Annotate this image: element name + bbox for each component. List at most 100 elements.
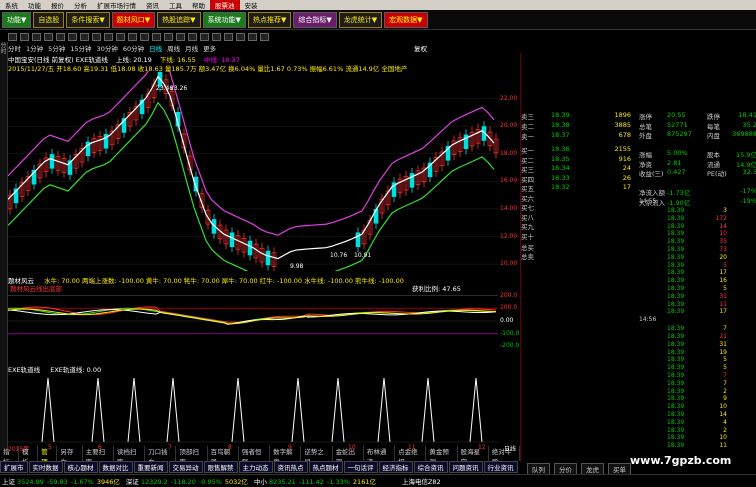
chart-tool-icon[interactable]: [92, 32, 101, 41]
toolbar-button[interactable]: 热股追踪▼: [157, 11, 201, 28]
menu-item[interactable]: 系统: [0, 0, 23, 10]
menu-item[interactable]: 功能: [23, 0, 46, 10]
bottom-menu-item[interactable]: 一句话评: [343, 461, 378, 473]
toolbar-button[interactable]: 自选股: [33, 11, 65, 28]
chart-tool-icon[interactable]: [80, 32, 89, 41]
bottom-menu-item[interactable]: 经济指标: [378, 461, 413, 473]
toolbar-button[interactable]: 宏观数据▼: [384, 11, 428, 28]
chart-tool-icon[interactable]: [176, 32, 185, 41]
bottom-menu-item[interactable]: 限售解禁: [203, 461, 238, 473]
menu-item[interactable]: 安装: [240, 0, 263, 10]
tick-price: 18.39: [667, 277, 685, 285]
bottom-menu-item[interactable]: 综合资讯: [413, 461, 448, 473]
menu-item[interactable]: 资讯: [141, 0, 164, 10]
ask-label: 卖二: [521, 123, 534, 131]
bottom-menu-item[interactable]: 交易异动: [168, 461, 203, 473]
chart-tool-icon[interactable]: [200, 32, 209, 41]
tick-volume: 31: [719, 340, 727, 348]
bid-volume: 2155: [614, 145, 631, 153]
menu-item[interactable]: 工具: [164, 0, 187, 10]
bottom-menu-item[interactable]: 核心题材: [63, 461, 98, 473]
bottom-menu-item[interactable]: 热点题材: [308, 461, 343, 473]
chart-tool-icon[interactable]: [128, 32, 137, 41]
chart-tool-icon[interactable]: [224, 32, 233, 41]
period-tab[interactable]: 60分钟: [123, 43, 144, 53]
index-status[interactable]: 中小 8235.21 -111.42 -1.33% 2161亿: [254, 476, 376, 486]
toolbar-button[interactable]: 热点推荐▼: [247, 11, 292, 28]
ask-volume: 3885: [614, 121, 631, 129]
tick-time-cell: [639, 364, 667, 371]
bottom-menu-item[interactable]: 资讯热点: [273, 461, 308, 473]
toolbar-button[interactable]: 题材风口▼: [111, 11, 156, 28]
chart-tool-icon[interactable]: [188, 32, 197, 41]
menu-item[interactable]: 帮助: [187, 0, 210, 10]
tick-price: 18.39: [667, 246, 685, 253]
toolbar-button[interactable]: 功能▼: [2, 11, 32, 28]
side-tab[interactable]: 分时: [0, 42, 7, 454]
chart-tool-icon[interactable]: [260, 32, 269, 41]
bottom-menu-item[interactable]: 问题资讯: [448, 461, 483, 473]
chart-tool-icon[interactable]: [32, 32, 41, 41]
band-line: [8, 71, 495, 236]
period-tab[interactable]: 30分钟: [97, 43, 118, 53]
index-status[interactable]: 深证 12329.2 -118.20 -0.95% 5032亿: [126, 476, 248, 486]
tick-time-cell: [639, 325, 667, 332]
chart-tool-icon[interactable]: [68, 32, 77, 41]
tick-price: 18.39: [667, 426, 685, 434]
chart-tool-icon[interactable]: [236, 32, 245, 41]
ask-price: 18.39: [551, 111, 570, 119]
toolbar-button[interactable]: 综合指标▼: [293, 11, 337, 28]
menu-item[interactable]: 股票池: [210, 0, 240, 10]
period-tab[interactable]: 分时: [8, 43, 21, 53]
chart-tool-icon[interactable]: [152, 32, 161, 41]
chart-tool-icon[interactable]: [164, 32, 173, 41]
chart-tool-icon[interactable]: [116, 32, 125, 41]
bottom-menu-item[interactable]: 行业资讯: [483, 461, 518, 473]
tick-price: 18.39: [667, 325, 685, 333]
chart-tool-icon[interactable]: [8, 32, 17, 41]
index-name: 深证: [125, 478, 139, 486]
bottom-menu-item[interactable]: 数据对比: [98, 461, 133, 473]
server-name[interactable]: 上海电信Z82: [402, 476, 441, 486]
indicator1-chart[interactable]: [8, 291, 520, 351]
period-tab[interactable]: 日线: [149, 43, 162, 53]
toolbar: 功能▼ 自选股 条件搜索▼ 题材风口▼ 热股追踪▼ 系统功能▼ 热点推荐▼ 综合指标▼ 龙虎统计…: [0, 10, 756, 30]
bottom-menu-item[interactable]: 实时数据: [28, 461, 63, 473]
period-tab[interactable]: 5分钟: [48, 43, 65, 53]
chart-tool-icon[interactable]: [248, 32, 257, 41]
indicator1-line: [8, 308, 497, 325]
quote-row: 净资 2.81 流通 14.9亿: [639, 159, 756, 169]
tick-time-cell: [639, 442, 667, 449]
bottom-menu-item[interactable]: 重要新闻: [133, 461, 168, 473]
index-status[interactable]: 上证 3524.99 -59.83 -1.67% 3946亿: [2, 476, 120, 486]
chart-tool-icon[interactable]: [140, 32, 149, 41]
quote-row: 净流入额 -1.73亿 -17%: [639, 187, 756, 197]
bid-row: 买四 18.33 26: [521, 174, 636, 184]
tick-row: 18.39 11: [639, 442, 756, 449]
period-tab[interactable]: 1分钟: [26, 43, 43, 53]
period-tab[interactable]: 更多: [203, 43, 216, 53]
toolbar-button[interactable]: 系统功能▼: [202, 11, 246, 28]
menu-item[interactable]: 分析: [69, 0, 92, 10]
menu-item[interactable]: 扩展市场行情: [92, 0, 141, 10]
bid-row: 买十: [521, 231, 636, 241]
toolbar-button[interactable]: 龙虎统计▼: [338, 11, 383, 28]
chart-tool-icon[interactable]: [20, 32, 29, 41]
toolbar-button[interactable]: 条件搜索▼: [66, 11, 110, 28]
tick-row: 18.39 10: [639, 230, 756, 237]
bottom-menu-item[interactable]: 主力动态: [238, 461, 273, 473]
period-tab[interactable]: 15分钟: [70, 43, 91, 53]
chart-tool-icon[interactable]: [44, 32, 53, 41]
adjust-label[interactable]: 复权: [414, 43, 427, 53]
chart-tool-icon[interactable]: [56, 32, 65, 41]
bottom-menu-item[interactable]: 扩展市: [0, 461, 28, 473]
bid-price: 18.35: [551, 154, 570, 163]
chart-tool-icon[interactable]: [212, 32, 221, 41]
period-tab[interactable]: 周线: [167, 43, 180, 53]
period-tab[interactable]: 月线: [185, 43, 198, 53]
indicator1-y-axis: 200.0 100.0 0.00 -100.0 -200.0: [500, 291, 520, 351]
indicator2-chart[interactable]: [8, 372, 520, 444]
chart-tool-icon[interactable]: [104, 32, 113, 41]
main-chart[interactable]: 23.4623.2610.76 10.919.98: [8, 71, 520, 271]
menu-item[interactable]: 报价: [46, 0, 69, 10]
